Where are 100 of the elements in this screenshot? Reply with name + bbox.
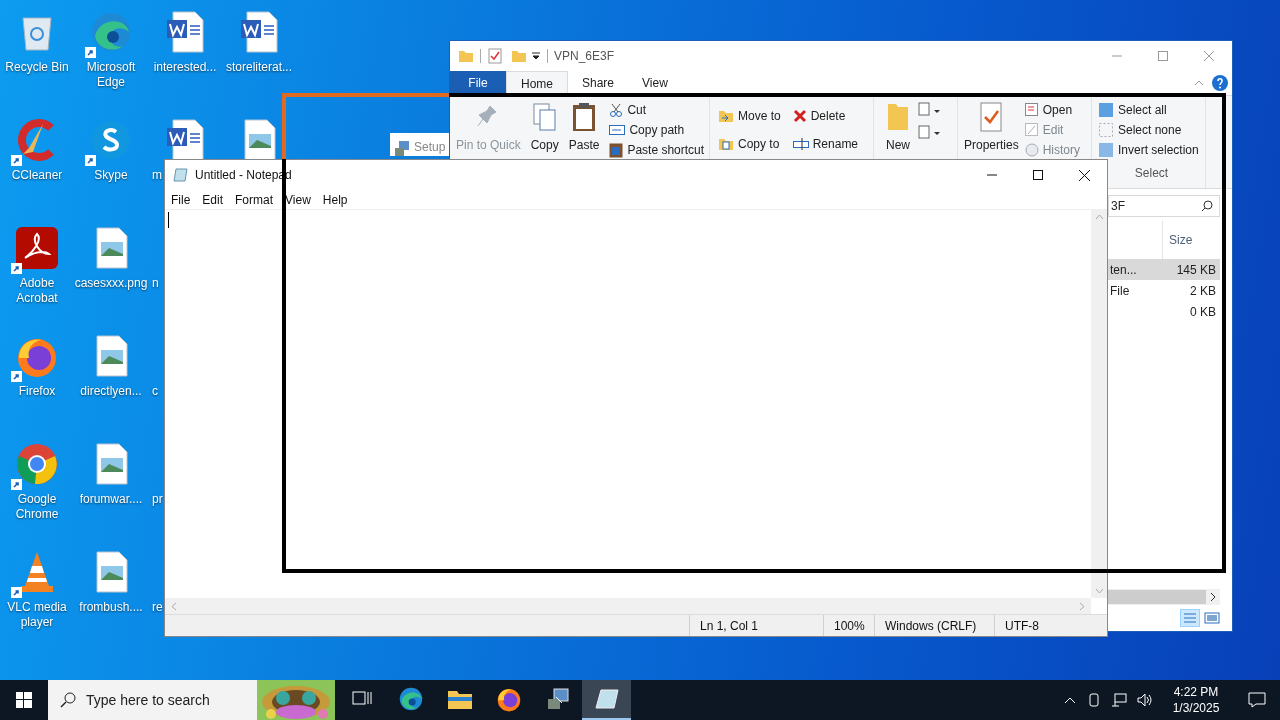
- browser-icon: [89, 10, 133, 54]
- folder-icon: [458, 48, 474, 64]
- copy-to-button[interactable]: Copy to: [718, 136, 781, 152]
- copy-icon: [530, 102, 559, 132]
- folder-arrow-icon: [718, 108, 734, 124]
- search-field[interactable]: Type here to search: [48, 680, 335, 720]
- desktop-icon-label[interactable]: re: [148, 600, 163, 615]
- collapse-ribbon-icon[interactable]: [1194, 80, 1204, 86]
- desktop-icon-label[interactable]: storeliterat...: [225, 60, 293, 75]
- search-field[interactable]: 3F: [1108, 195, 1220, 217]
- cut-button[interactable]: Cut: [609, 102, 705, 118]
- select-none-button[interactable]: Select none: [1098, 122, 1205, 138]
- device-icon[interactable]: [1087, 693, 1101, 707]
- table-cell-text: 0 KB: [1190, 303, 1217, 321]
- select-none-icon: [1098, 122, 1114, 138]
- status-text: UTF-8: [994, 615, 1107, 636]
- edit-icon: [1024, 123, 1039, 137]
- taskbar-app[interactable]: [582, 680, 631, 720]
- scissors-icon: [609, 103, 624, 117]
- help-icon[interactable]: [1212, 75, 1228, 91]
- paste-shortcut-button[interactable]: Paste shortcut: [609, 142, 705, 158]
- desktop-icon-label[interactable]: frombush....: [78, 600, 144, 615]
- notepad-icon: [594, 688, 619, 710]
- invert-selection-button[interactable]: Invert selection: [1098, 142, 1205, 158]
- paste-button[interactable]: Paste: [568, 102, 600, 154]
- thumbnail-view-icon[interactable]: [1204, 611, 1220, 625]
- open-button[interactable]: Open: [1024, 102, 1081, 118]
- new-item-icon[interactable]: [918, 102, 942, 118]
- ribbon-tab[interactable]: Home: [506, 71, 568, 95]
- status-text: Windows (CRLF): [874, 615, 994, 636]
- close-icon: [1078, 169, 1090, 181]
- window-title: VPN_6E3F: [554, 48, 615, 65]
- search-input[interactable]: Type here to search: [86, 689, 246, 711]
- installer-icon: [394, 140, 410, 156]
- browser-icon: [397, 686, 424, 712]
- rename-button[interactable]: Rename: [792, 136, 859, 152]
- ribbon-tab[interactable]: View: [628, 71, 682, 95]
- task-view-icon: [351, 690, 372, 708]
- menu-item[interactable]: File: [167, 190, 195, 209]
- file-row[interactable]: 0 KB: [1108, 301, 1220, 322]
- network-icon[interactable]: [1111, 693, 1127, 707]
- table-cell-text: 145 KB: [1176, 261, 1217, 279]
- history-icon: [1024, 143, 1039, 157]
- file-row[interactable]: ten... 145 KB: [1108, 259, 1220, 280]
- notification-icon[interactable]: [1248, 692, 1266, 708]
- table-cell-text: File: [1109, 282, 1130, 300]
- status-text: Ln 1, Col 1: [689, 615, 823, 636]
- pdf-app-icon: [15, 226, 59, 270]
- firefox-icon: [495, 686, 522, 712]
- shortcut-icon: [609, 142, 624, 158]
- show-hidden-icons[interactable]: [1064, 696, 1076, 704]
- table-cell-text: 2 KB: [1190, 282, 1217, 300]
- maximize-icon: [1158, 51, 1168, 61]
- move-to-button[interactable]: Move to: [718, 108, 781, 124]
- volume-icon[interactable]: [1137, 693, 1153, 707]
- menu-item[interactable]: View: [281, 190, 315, 209]
- status-text: 100%: [823, 615, 874, 636]
- folder-copy-icon: [718, 136, 734, 152]
- easy-access-icon[interactable]: [918, 124, 942, 140]
- rename-icon: [792, 137, 809, 151]
- copy-path-button[interactable]: Copy path: [609, 122, 705, 138]
- search-icon: [60, 692, 76, 708]
- dropdown-icon[interactable]: [531, 51, 541, 61]
- copy-button[interactable]: Copy: [530, 102, 559, 154]
- window-title: Setup: [414, 139, 446, 156]
- clipboard-icon: [571, 102, 598, 132]
- ribbon-tab[interactable]: Share: [568, 71, 629, 95]
- delete-icon: [792, 109, 807, 123]
- close-icon: [1204, 51, 1214, 61]
- path-icon: [609, 124, 626, 136]
- folder-icon: [511, 48, 527, 64]
- text-cursor: [168, 212, 169, 228]
- desktop-icon-label[interactable]: c: [148, 384, 158, 399]
- folder-icon: [446, 688, 473, 710]
- skype-icon: [89, 118, 133, 162]
- open-icon: [1024, 103, 1039, 117]
- notepad-icon: [173, 167, 189, 183]
- file-row[interactable]: File 2 KB: [1108, 280, 1220, 301]
- table-cell-text: ten...: [1109, 261, 1137, 279]
- clock[interactable]: 4:22 PM 1/3/2025: [1158, 684, 1234, 716]
- properties-icon: [978, 102, 1005, 132]
- invert-selection-icon: [1098, 142, 1114, 158]
- properties-button[interactable]: Properties: [964, 102, 1019, 154]
- group-label: Select: [1134, 165, 1169, 182]
- menu-item[interactable]: Format: [231, 190, 278, 209]
- column-header[interactable]: Size: [1169, 231, 1193, 249]
- maximize-icon: [1033, 170, 1043, 180]
- search-icon: [1201, 200, 1213, 212]
- menu-item[interactable]: Help: [318, 190, 352, 209]
- properties-icon: [487, 48, 503, 64]
- folder-icon: [886, 102, 910, 132]
- chrome-icon: [15, 442, 59, 486]
- installer-icon: [545, 687, 570, 711]
- menu-item[interactable]: Edit: [198, 190, 228, 209]
- desktop-icon-label[interactable]: pr: [148, 492, 163, 507]
- file-menu-tab[interactable]: File: [450, 71, 506, 95]
- new-folder-button[interactable]: New: [886, 102, 910, 154]
- delete-button[interactable]: Delete: [792, 108, 859, 124]
- scrollbar-thumb[interactable]: [1108, 590, 1206, 604]
- select-all-button[interactable]: Select all: [1098, 102, 1205, 118]
